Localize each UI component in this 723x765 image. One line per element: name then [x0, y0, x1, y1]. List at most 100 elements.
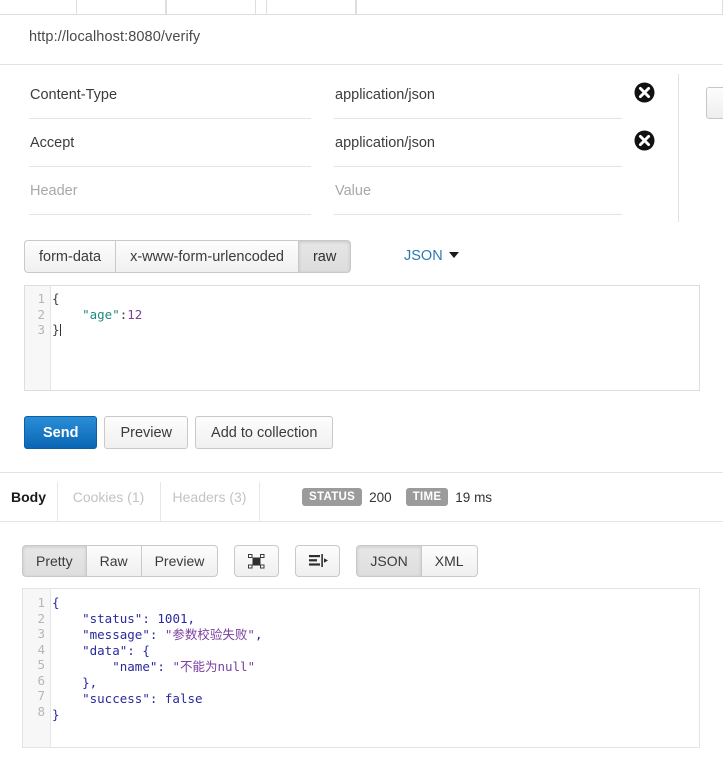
- header-row: Header Value: [0, 174, 723, 222]
- request-code[interactable]: { "age":12}: [52, 286, 699, 390]
- response-token: ,: [187, 611, 196, 626]
- response-tab-separator: [259, 482, 260, 521]
- response-token: "data": [82, 643, 128, 658]
- status-badge: STATUS: [302, 488, 363, 506]
- response-code-line: "message": "参数校验失败",: [52, 627, 699, 643]
- word-wrap-button[interactable]: [295, 545, 341, 577]
- fullscreen-icon: [248, 553, 265, 568]
- response-toolbar: Pretty Raw Preview JSON XML: [22, 545, 478, 577]
- response-code-line: }: [52, 707, 699, 723]
- remove-circle-icon: [634, 82, 655, 103]
- header-key-input[interactable]: Header: [29, 174, 311, 215]
- response-token: [52, 691, 82, 706]
- response-token: },: [52, 675, 98, 690]
- response-token: :: [142, 611, 158, 626]
- request-token: [52, 307, 82, 322]
- response-token: "message": [82, 627, 150, 642]
- response-code-line: "name": "不能为null": [52, 659, 699, 675]
- response-tabs-bottom-divider: [0, 521, 723, 522]
- response-token: [52, 611, 82, 626]
- header-delete-button[interactable]: [634, 82, 655, 103]
- body-type-tab-x-www-form-urlencoded[interactable]: x-www-form-urlencoded: [115, 240, 298, 273]
- response-code-line: "success": false: [52, 691, 699, 707]
- response-view-tab-preview[interactable]: Preview: [140, 545, 219, 577]
- response-token: :: [149, 627, 165, 642]
- word-wrap-icon: [308, 554, 328, 567]
- response-view-tab-pretty[interactable]: Pretty: [22, 545, 86, 577]
- body-type-tabs: form-data x-www-form-urlencoded raw: [24, 240, 352, 273]
- response-code: { "status": 1001, "message": "参数校验失败", "…: [52, 589, 699, 747]
- headers-side-button[interactable]: [706, 87, 723, 119]
- request-line-numbers: 1 2 3: [37, 291, 45, 337]
- response-code-line: "status": 1001,: [52, 611, 699, 627]
- response-token: "不能为null": [172, 659, 256, 674]
- response-token: "success": [82, 691, 150, 706]
- toolbar-spacer-3: [340, 545, 356, 577]
- response-token: false: [164, 691, 203, 706]
- response-token: :: [157, 659, 173, 674]
- response-line-numbers: 1 2 3 4 5 6 7 8: [37, 595, 45, 719]
- response-tab-cookies[interactable]: Cookies (1): [57, 473, 160, 521]
- response-format-tab-json[interactable]: JSON: [356, 545, 421, 577]
- response-view-tabs: Pretty Raw Preview: [22, 545, 219, 577]
- response-token: }: [52, 707, 60, 722]
- chevron-down-icon: [448, 252, 459, 258]
- preview-button[interactable]: Preview: [104, 416, 189, 449]
- top-tab-cell-0[interactable]: [76, 0, 166, 14]
- response-view-tab-raw[interactable]: Raw: [85, 545, 141, 577]
- headers-table: Content-Type application/json Accept applic…: [0, 66, 723, 230]
- response-format-tabs: JSON XML: [356, 545, 478, 577]
- header-value-input[interactable]: Value: [334, 174, 622, 215]
- response-tab-headers[interactable]: Headers (3): [160, 473, 259, 521]
- request-body-editor[interactable]: 1 2 3 { "age":12}: [24, 285, 700, 391]
- url-underline: [0, 64, 723, 65]
- response-body-editor[interactable]: 1 2 3 4 5 6 7 8 { "status": 1001, "messa…: [22, 588, 700, 748]
- add-to-collection-button[interactable]: Add to collection: [195, 416, 334, 449]
- response-token: : {: [127, 643, 150, 658]
- top-tab-cell-3[interactable]: [356, 0, 723, 14]
- request-code-line: }: [52, 322, 699, 338]
- time-value: 19 ms: [455, 489, 493, 505]
- top-tab-strip: ○: [0, 0, 723, 15]
- response-token: :: [149, 691, 165, 706]
- request-token: "age": [82, 306, 120, 322]
- fullscreen-button[interactable]: [234, 545, 280, 577]
- response-tab-body[interactable]: Body: [0, 473, 57, 521]
- response-token: ,: [254, 627, 263, 642]
- top-tab-cell-2[interactable]: [266, 0, 356, 14]
- request-token: 12: [127, 306, 143, 322]
- header-row: Accept application/json: [0, 126, 723, 174]
- request-actions: Send Preview Add to collection: [24, 416, 334, 449]
- toolbar-spacer-1: [218, 545, 234, 577]
- response-code-line: {: [52, 595, 699, 611]
- response-token: [52, 627, 82, 642]
- response-token: 1001: [157, 611, 188, 626]
- request-code-line: {: [52, 291, 699, 307]
- toolbar-spacer-2: [279, 545, 295, 577]
- response-token: [52, 659, 112, 674]
- response-code-line: "data": {: [52, 643, 699, 659]
- url-input[interactable]: http://localhost:8080/verify: [29, 29, 200, 45]
- request-token: }: [52, 322, 60, 337]
- header-value-input[interactable]: application/json: [334, 126, 622, 167]
- response-format-tab-xml[interactable]: XML: [420, 545, 478, 577]
- status-value: 200: [369, 489, 392, 505]
- time-badge: TIME: [405, 488, 449, 506]
- text-cursor: [59, 324, 61, 336]
- body-format-label: JSON: [404, 248, 443, 264]
- body-format-dropdown[interactable]: JSON: [404, 248, 459, 264]
- header-value-input[interactable]: application/json: [334, 78, 622, 119]
- header-key-input[interactable]: Content-Type: [29, 78, 311, 119]
- response-token: {: [52, 595, 60, 610]
- response-token: [52, 643, 82, 658]
- top-tab-cell-1[interactable]: ○: [166, 0, 256, 14]
- response-code-line: },: [52, 675, 699, 691]
- body-type-tab-raw[interactable]: raw: [297, 240, 352, 273]
- remove-circle-icon: [634, 130, 655, 151]
- response-tabs: Body Cookies (1) Headers (3) STATUS 200 TIME 1…: [0, 473, 723, 521]
- response-token: "name": [112, 659, 158, 674]
- body-type-tab-form-data[interactable]: form-data: [24, 240, 116, 273]
- header-delete-button[interactable]: [634, 130, 655, 151]
- send-button[interactable]: Send: [24, 416, 98, 449]
- header-key-input[interactable]: Accept: [29, 126, 311, 167]
